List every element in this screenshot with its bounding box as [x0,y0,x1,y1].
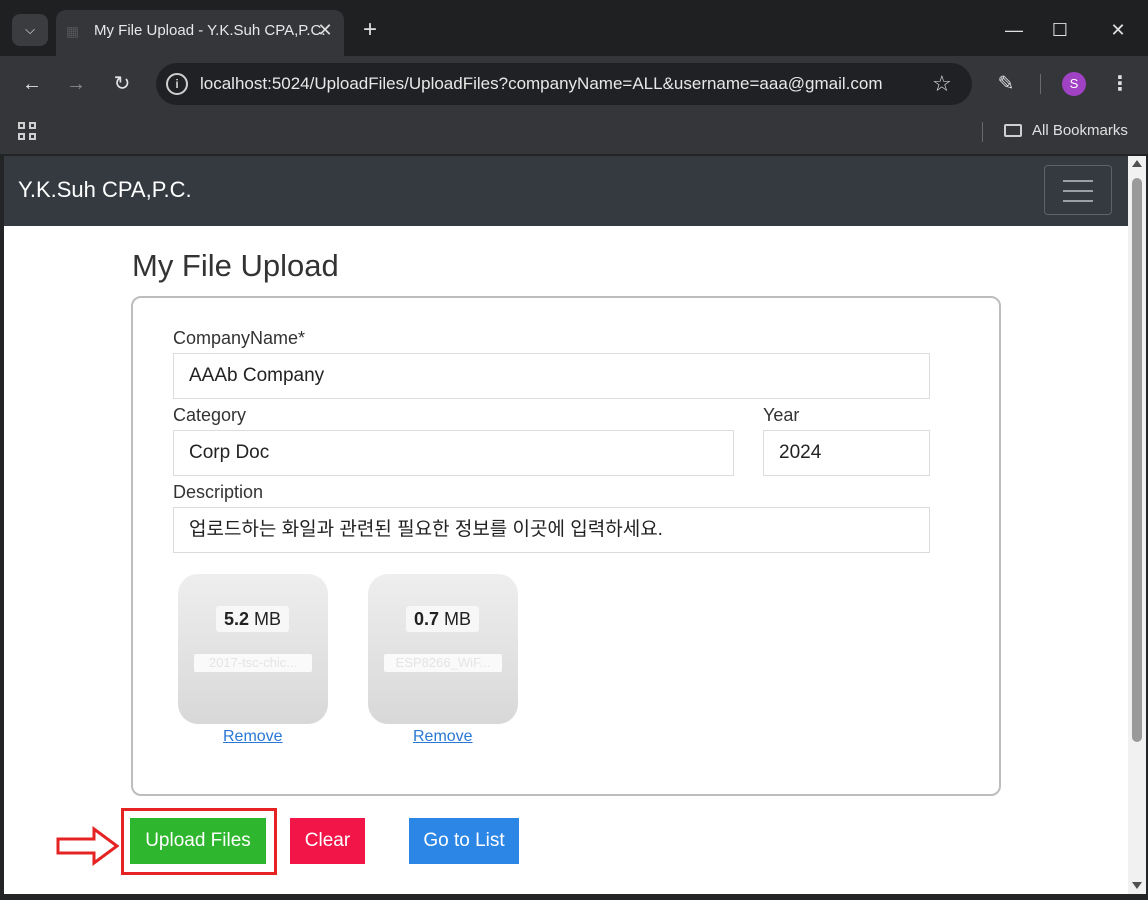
file-size-unit: MB [444,609,472,629]
page-title: My File Upload [132,248,339,283]
file-size-unit: MB [254,609,282,629]
year-field[interactable]: 2024 [763,430,930,476]
file-size-badge: 0.7 MB [406,606,480,632]
go-to-list-button[interactable]: Go to List [409,818,519,864]
forward-icon[interactable]: → [62,70,90,98]
file-size-value: 0.7 [414,609,440,629]
chevron-down-icon: ⌵ [25,22,35,37]
minimize-icon[interactable]: — [1002,18,1026,42]
hamburger-menu-button[interactable] [1044,165,1112,215]
file-size-badge: 5.2 MB [216,606,290,632]
folder-icon [1004,124,1022,137]
apps-icon[interactable] [18,122,40,144]
all-bookmarks-button[interactable]: All Bookmarks [1004,122,1128,139]
url-text[interactable]: localhost:5024/UploadFiles/UploadFiles?c… [200,74,883,94]
brand-link[interactable]: Y.K.Suh CPA,P.C. [18,177,192,203]
kebab-menu-icon[interactable]: ⋮ [1108,70,1132,98]
plus-icon[interactable]: + [356,16,384,44]
vertical-scrollbar[interactable] [1128,156,1146,894]
star-icon[interactable]: ☆ [932,71,952,97]
reload-icon[interactable]: ↻ [108,70,136,98]
scroll-down-icon[interactable] [1132,882,1142,889]
back-icon[interactable]: ← [18,70,46,98]
tab-search-button[interactable]: ⌵ [12,14,48,46]
avatar[interactable]: S [1062,72,1086,96]
tab-title: My File Upload - Y.K.Suh CPA,P.C. [94,22,326,39]
page-viewport: Y.K.Suh CPA,P.C. My File Upload CompanyN… [4,156,1128,894]
file-name: 2017-tsc-chic... [194,654,312,672]
arrow-right-icon [56,826,120,866]
all-bookmarks-label: All Bookmarks [1032,122,1128,139]
address-bar[interactable]: i localhost:5024/UploadFiles/UploadFiles… [156,63,972,105]
browser-window: ⌵ ▦ My File Upload - Y.K.Suh CPA,P.C. ✕ … [0,0,1148,900]
browser-toolbar: ← → ↻ i localhost:5024/UploadFiles/Uploa… [0,56,1148,112]
favicon-icon: ▦ [66,23,80,39]
company-name-field[interactable]: AAAb Company [173,353,930,399]
file-name: ESP8266_WiF... [384,654,502,672]
toolbar-divider [1040,74,1041,94]
active-tab[interactable]: ▦ My File Upload - Y.K.Suh CPA,P.C. ✕ [56,10,344,56]
maximize-icon[interactable]: ☐ [1048,18,1072,42]
file-size-value: 5.2 [224,609,250,629]
description-field[interactable]: 업로드하는 화일과 관련된 필요한 정보를 이곳에 입력하세요. [173,507,930,553]
tab-strip: ⌵ ▦ My File Upload - Y.K.Suh CPA,P.C. ✕ … [0,0,1148,58]
category-field[interactable]: Corp Doc [173,430,734,476]
bookmarks-divider [982,122,983,142]
category-label: Category [173,405,247,425]
file-preview: 0.7 MB ESP8266_WiF... [368,574,518,724]
close-window-icon[interactable]: ✕ [1106,18,1130,42]
upload-files-button[interactable]: Upload Files [130,818,266,864]
bookmarks-bar: All Bookmarks [0,112,1148,154]
file-preview: 5.2 MB 2017-tsc-chic... [178,574,328,724]
extensions-icon[interactable]: ✎ [992,70,1020,98]
remove-file-link[interactable]: Remove [223,728,283,746]
description-label: Description [173,482,264,502]
upload-form-card: CompanyName* AAAb Company Category Corp … [131,296,1001,796]
close-icon[interactable]: ✕ [314,19,336,41]
clear-button[interactable]: Clear [290,818,365,864]
site-navbar: Y.K.Suh CPA,P.C. [4,156,1128,226]
company-label: CompanyName* [173,328,306,348]
remove-file-link[interactable]: Remove [413,728,473,746]
scroll-thumb[interactable] [1132,178,1142,742]
site-info-icon[interactable]: i [166,73,188,95]
scroll-up-icon[interactable] [1132,160,1142,167]
year-label: Year [763,405,800,425]
